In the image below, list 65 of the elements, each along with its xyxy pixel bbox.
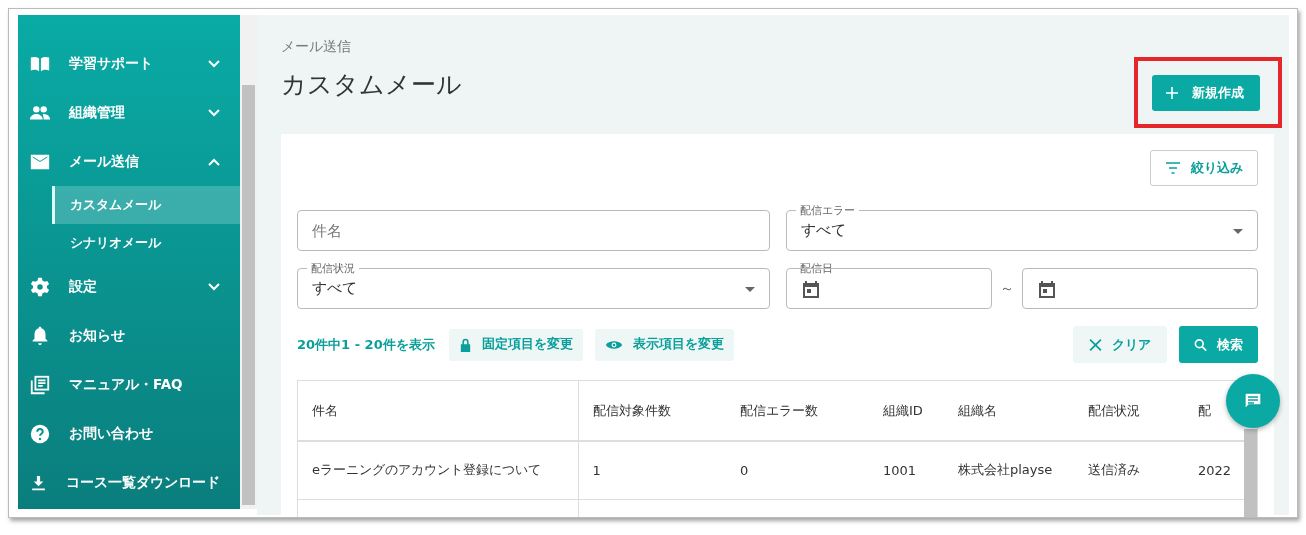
column-header: 配信状況 [1074,381,1188,441]
search-button[interactable]: 検索 [1179,326,1258,363]
chat-icon [1243,391,1263,411]
sidebar-label: メール送信 [69,152,140,171]
table-cell: 0 [726,441,869,499]
search-icon [1194,337,1207,352]
table-cell: eラーニングのアカウント登録について [298,441,578,499]
sidebar-item[interactable]: マニュアル・FAQ [18,360,240,409]
fixed-columns-button[interactable]: 固定項目を変更 [448,328,583,361]
result-count: 20件中1 - 20件を表示 [297,335,435,354]
chevron-down-icon [208,108,220,117]
column-header: 組織名 [944,381,1074,441]
date-to-field[interactable] [1021,268,1258,309]
date-separator: ～ [999,279,1014,298]
plus-icon [1166,87,1178,99]
calendar-icon [1036,278,1057,299]
table-cell: 1 [578,441,726,499]
sidebar-item[interactable]: 設定 [18,262,240,311]
table-cell: 送信済み [1074,441,1188,499]
chevron-down-icon [208,59,220,68]
sidebar-item[interactable]: メール送信 [18,137,240,186]
filter-icon [1165,162,1181,174]
sidebar-label: コース一覧ダウンロード [66,473,220,492]
sidebar-label: 設定 [69,277,98,296]
documents-icon [29,373,51,396]
display-columns-button[interactable]: 表示項目を変更 [594,328,734,361]
table-cell: 1001 [869,441,944,499]
breadcrumb: メール送信 [281,38,352,56]
sidebar-subitem[interactable]: シナリオメール [52,224,240,262]
filter-button[interactable]: 絞り込み [1150,150,1258,186]
column-header: 組織ID [869,381,944,441]
sidebar-item[interactable]: お知らせ [18,311,240,360]
column-header: 件名 [298,381,578,441]
new-button[interactable]: 新規作成 [1152,75,1260,111]
dropdown-icon [1233,229,1243,234]
sidebar-subitem[interactable]: カスタムメール [52,186,240,224]
dropdown-icon [744,287,755,292]
sidebar-item[interactable]: 組織管理 [18,88,240,137]
clear-button[interactable]: クリア [1073,326,1167,363]
chevron-down-icon [208,282,220,291]
sidebar-label: お知らせ [69,326,126,345]
close-icon [1089,337,1102,352]
lock-icon [458,337,472,352]
help-icon [29,422,51,445]
sidebar-item[interactable]: コース一覧ダウンロード [18,458,240,507]
table-cell: 株式会社playse [944,441,1074,499]
chevron-up-icon [208,157,220,166]
sidebar-label: マニュアル・FAQ [69,375,184,394]
sidebar-label: 組織管理 [69,103,126,122]
chat-button[interactable] [1226,374,1280,428]
field-label: 配信状況 [307,261,359,275]
subject-field[interactable]: 件名 [297,210,770,251]
select-value: すべて [800,221,846,240]
page-title: カスタムメール [281,69,462,101]
sidebar-item[interactable]: 学習サポート [18,39,240,88]
sidebar-item[interactable]: お問い合わせ [18,409,240,458]
scrollbar-thumb[interactable] [242,85,255,505]
calendar-icon [800,278,821,299]
select-value: すべて [312,279,357,298]
field-label: 配信エラー [795,203,859,217]
sidebar-label: 学習サポート [69,54,154,73]
sidebar-label: お問い合わせ [69,424,154,443]
column-header: 配信エラー数 [726,381,869,441]
column-header: 配信対象件数 [578,381,726,441]
settings-icon [29,275,51,298]
